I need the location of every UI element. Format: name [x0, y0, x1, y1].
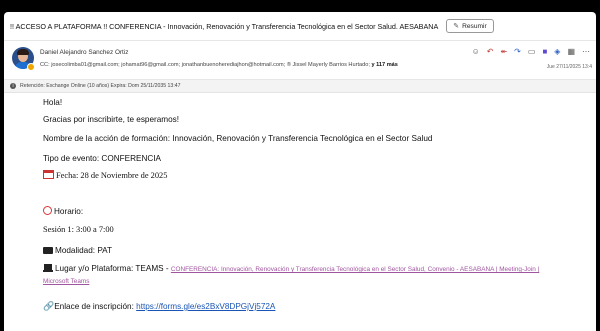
modality-line: Modalidad: PAT — [43, 246, 112, 255]
signup-line: 🔗Enlace de inscripción: https://forms.gl… — [43, 301, 276, 311]
sender-name[interactable]: Daniel Alejandro Sanchez Ortiz — [40, 49, 128, 56]
retention-text: Retención: Exchange Online (10 años) Exp… — [20, 83, 181, 89]
teams-share-icon[interactable]: ▭ — [528, 47, 536, 56]
thanks-line: Gracias por inscribirte, te esperamos! — [43, 115, 180, 124]
training-name-line: Nombre de la acción de formación: Innova… — [43, 134, 433, 143]
view-icon[interactable]: ▦ — [567, 47, 575, 56]
copilot-icon[interactable]: ◈ — [554, 47, 560, 56]
apps-icon[interactable]: ■ — [542, 47, 547, 56]
event-date-line: Fecha: 28 de Noviembre de 2025 — [43, 170, 167, 180]
schedule-heading: Horario: — [43, 206, 83, 216]
subject-bar: !! ACCESO A PLATAFORMA !! CONFERENCIA - … — [4, 12, 596, 41]
cc-more[interactable]: y 117 más — [371, 62, 397, 68]
platform-line: Lugar y/o Plataforma: TEAMS - CONFERENCI… — [43, 264, 539, 273]
link-icon: 🔗 — [43, 301, 55, 311]
reply-icon[interactable]: ↶ — [487, 47, 494, 56]
message-actions: ☺ ↶ ↞ ↷ ▭ ■ ◈ ▦ ⋯ — [472, 47, 590, 56]
summarize-button[interactable]: ✎ Resumir — [446, 19, 494, 33]
teams-meeting-link[interactable]: CONFERENCIA: Innovación, Renovación y Tr… — [171, 266, 539, 273]
email-header: Daniel Alejandro Sanchez Ortiz CC: josec… — [4, 41, 596, 80]
computer-icon — [43, 247, 53, 254]
retention-bar: i Retención: Exchange Online (10 años) E… — [4, 80, 596, 93]
platform-line-2: Microsoft Teams — [43, 276, 89, 285]
emoji-reaction-icon[interactable]: ☺ — [472, 47, 480, 56]
summarize-label: Resumir — [462, 22, 487, 30]
cc-line[interactable]: CC: josecolimba01@gmail.com; johamat96@g… — [40, 62, 398, 68]
greeting: Hola! — [43, 98, 63, 107]
teams-meeting-link-cont[interactable]: Microsoft Teams — [43, 278, 89, 285]
summarize-icon: ✎ — [453, 23, 460, 30]
email-subject: !! ACCESO A PLATAFORMA !! CONFERENCIA - … — [10, 21, 439, 31]
session-line: Sesión 1: 3:00 a 7:00 — [43, 225, 114, 234]
signup-link[interactable]: https://forms.gle/es2BxV8DPGjVj572A — [136, 302, 275, 311]
info-icon: i — [10, 83, 16, 89]
received-date: Jue 27/11/2025 13:4 — [546, 64, 592, 70]
alarm-clock-icon — [43, 206, 52, 215]
reply-all-icon[interactable]: ↞ — [500, 47, 507, 56]
cc-recipients: CC: josecolimba01@gmail.com; johamat96@g… — [40, 62, 370, 68]
more-options-icon[interactable]: ⋯ — [582, 47, 590, 56]
forward-icon[interactable]: ↷ — [514, 47, 521, 56]
presence-badge — [27, 63, 35, 71]
calendar-icon — [43, 170, 54, 179]
event-type-line: Tipo de evento: CONFERENCIA — [43, 154, 162, 163]
laptop-icon — [43, 264, 53, 272]
